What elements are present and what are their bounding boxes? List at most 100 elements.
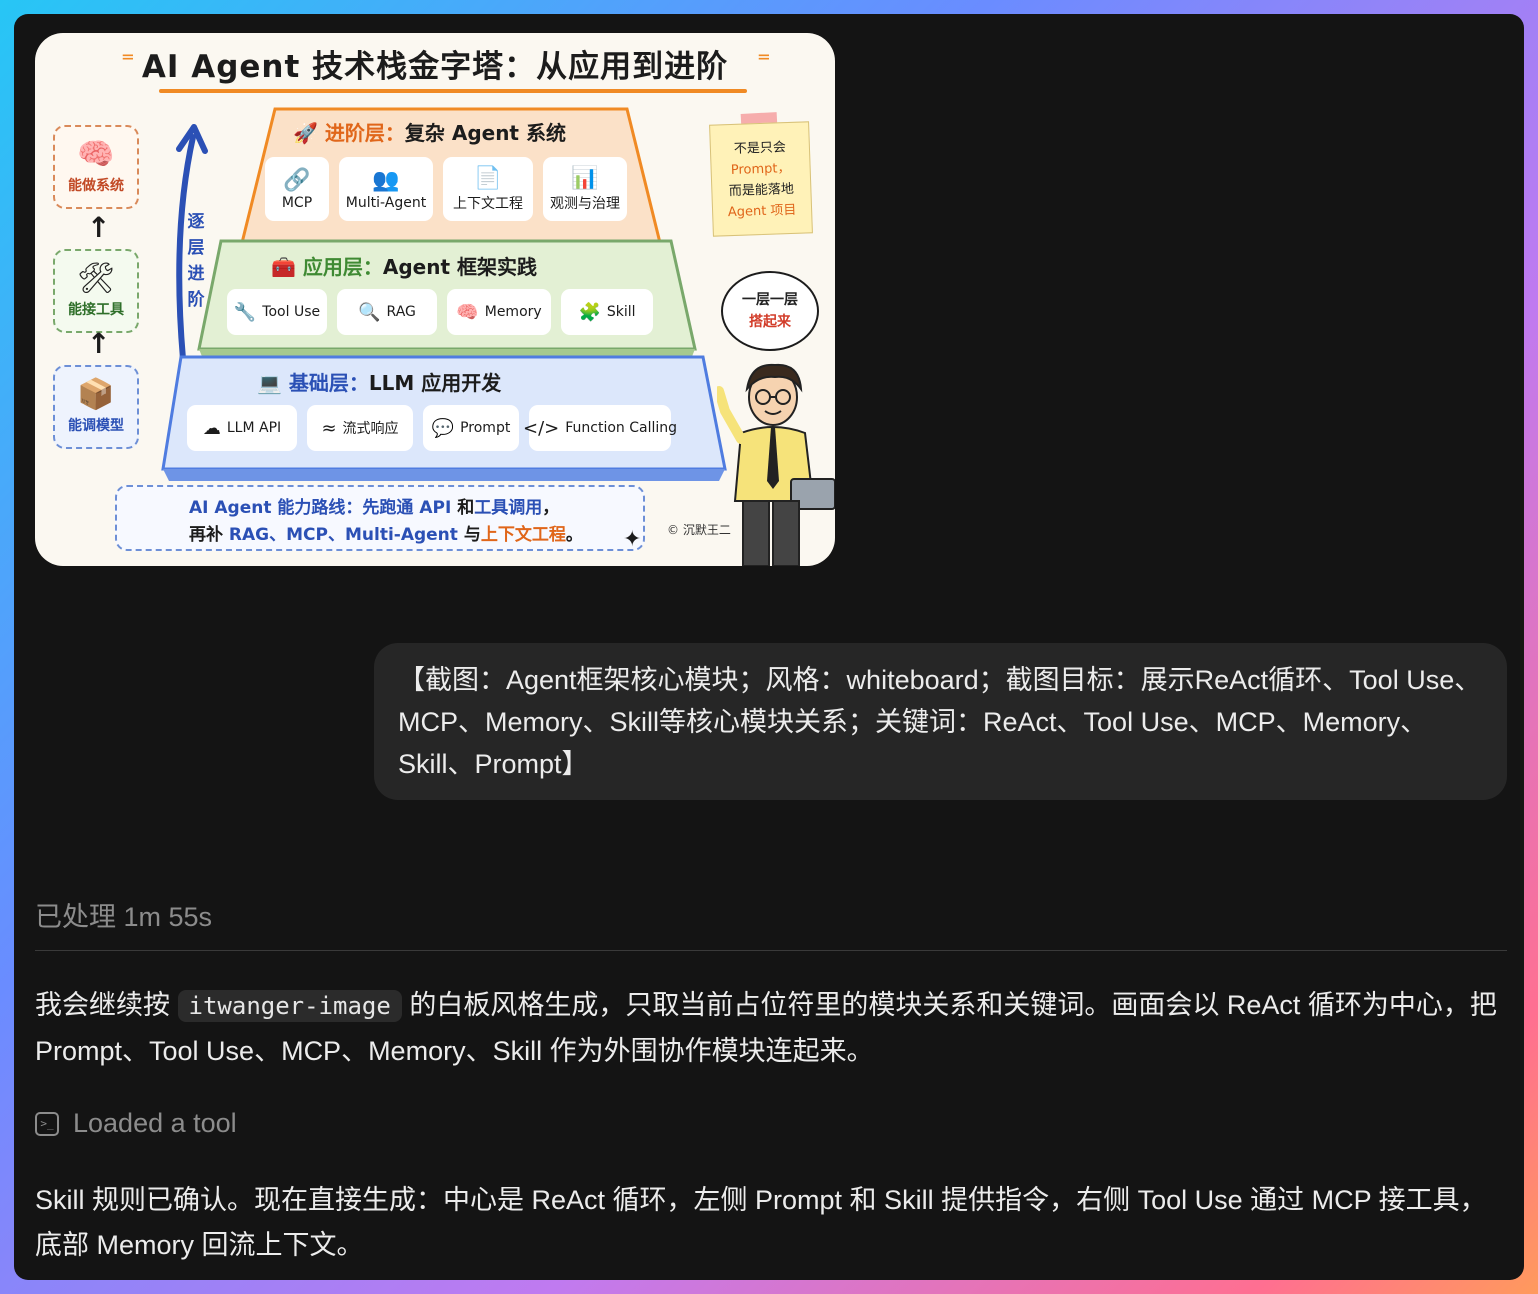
note-line: 而是能落地: [728, 181, 795, 200]
note-line: Prompt，: [730, 160, 791, 179]
tool-status-label: Loaded a tool: [73, 1108, 237, 1138]
advanced-chips: 🔗 MCP 👥 Multi-Agent 📄 上下文工程 📊 观测与治理: [265, 157, 627, 221]
route-text: API: [419, 498, 452, 518]
user-message-text: 【截图：Agent框架核心模块；风格：whiteboard；截图目标：展示ReA…: [398, 665, 1482, 779]
side-box-system: 🧠 能做系统: [53, 125, 139, 209]
chip-label: 观测与治理: [550, 195, 620, 212]
title-underline: [159, 89, 747, 93]
side-box-model: 📦 能调模型: [53, 365, 139, 449]
note-line: 不是只会: [733, 140, 787, 157]
attached-image[interactable]: ⁼ ⁼ AI Agent 技术栈金字塔：从应用到进阶 🧠 能做系统 ↑ 🛠 能接…: [35, 33, 835, 566]
chip-label: LLM API: [226, 420, 282, 436]
route-text: 再补: [189, 525, 229, 545]
route-text: AI Agent 能力路线：先跑通: [189, 498, 420, 518]
chip-label: Function Calling: [565, 420, 678, 436]
chip-label: Multi-Agent: [345, 194, 427, 211]
route-line-1: AI Agent 能力路线：先跑通 API 和工具调用，: [189, 495, 631, 522]
divider: [35, 950, 1507, 951]
application-tier-title: 🧰 应用层：Agent 框架实践: [271, 251, 537, 280]
assistant-reply-2: Skill 规则已确认。现在直接生成：中心是 ReAct 循环，左侧 Promp…: [35, 1185, 1487, 1260]
advanced-tier-rest: 复杂 Agent 系统: [404, 121, 566, 145]
chat-bubble-icon: 💬: [431, 417, 455, 439]
brain-icon: 🧠: [456, 301, 479, 323]
side-label-system: 能做系统: [68, 178, 124, 194]
head-gear-icon: 🧠: [77, 137, 115, 172]
route-text: 与: [457, 525, 481, 545]
sticky-note: 不是只会 Prompt， 而是能落地 Agent 项目: [709, 121, 813, 237]
chip-label: RAG: [386, 304, 416, 320]
wave-icon: ≈: [321, 417, 337, 439]
people-icon: 👥: [372, 167, 400, 193]
route-text: RAG、MCP、Multi-Agent: [228, 525, 458, 545]
route-line-2: 再补 RAG、MCP、Multi-Agent 与上下文工程。: [189, 522, 631, 549]
chip-llm-api: ☁ LLM API: [187, 405, 297, 451]
route-text: 。: [565, 525, 583, 545]
chip-context-engineering: 📄 上下文工程: [443, 157, 533, 221]
chip-label: Memory: [484, 304, 542, 320]
cartoon-presenter: [717, 363, 835, 566]
foundation-chips: ☁ LLM API ≈ 流式响应 💬 Prompt </> Function Calli…: [187, 405, 677, 451]
chip-label: Skill: [606, 304, 636, 320]
route-box: AI Agent 能力路线：先跑通 API 和工具调用， 再补 RAG、MCP、…: [115, 485, 645, 551]
code-icon: </>: [523, 417, 560, 439]
document-icon: 📄: [474, 165, 502, 191]
rocket-icon: 🚀: [293, 121, 318, 145]
side-label-tools: 能接工具: [68, 302, 124, 318]
dashboard-icon: 📊: [571, 165, 599, 191]
user-message-bubble: 【截图：Agent框架核心模块；风格：whiteboard；截图目标：展示ReA…: [374, 643, 1507, 800]
puzzle-icon: 🧩: [578, 301, 601, 323]
chip-multi-agent: 👥 Multi-Agent: [339, 157, 433, 221]
assistant-reply-1: 我会继续按 itwanger-image 的白板风格生成，只取当前占位符里的模块…: [35, 983, 1505, 1074]
foundation-tier-prefix: 基础层：: [288, 371, 369, 395]
route-text: ，: [542, 498, 560, 518]
route-text: 和: [451, 498, 475, 518]
image-title: AI Agent 技术栈金字塔：从应用到进阶: [141, 49, 729, 85]
cloud-api-icon: ☁: [202, 417, 221, 439]
chip-label: Tool Use: [262, 304, 321, 320]
chip-rag: 🔍 RAG: [337, 289, 437, 335]
bubble-line: 一层一层: [742, 292, 798, 308]
speech-bubble: 一层一层 搭起来: [721, 271, 819, 351]
application-chips: 🔧 Tool Use 🔍 RAG 🧠 Memory 🧩 Skill: [227, 289, 653, 335]
advanced-tier-title: 🚀 进阶层：复杂 Agent 系统: [293, 117, 566, 146]
chip-observability: 📊 观测与治理: [543, 157, 627, 221]
foundation-tier-title: 💻 基础层：LLM 应用开发: [257, 367, 501, 396]
chip-label: 上下文工程: [453, 195, 523, 212]
laptop-code-icon: 💻: [257, 371, 282, 395]
chip-streaming: ≈ 流式响应: [307, 405, 413, 451]
sparkle-icon: ✦: [623, 527, 642, 552]
chip-skill: 🧩 Skill: [561, 289, 653, 335]
note-line: Agent 项目: [727, 202, 797, 221]
inline-code: itwanger-image: [177, 990, 402, 1022]
magnifier-icon: 🔍: [358, 301, 381, 323]
side-box-tools: 🛠 能接工具: [53, 249, 139, 333]
wrench-icon: 🔧: [233, 301, 257, 323]
toolbox-icon: 🧰: [271, 255, 296, 279]
link-icon: 🔗: [283, 167, 311, 193]
route-text: 工具调用: [474, 498, 543, 518]
tool-status-row[interactable]: >_ Loaded a tool: [35, 1108, 237, 1139]
application-tier-prefix: 应用层：: [302, 255, 383, 279]
chip-label: 流式响应: [342, 421, 399, 437]
chip-tool-use: 🔧 Tool Use: [227, 289, 327, 335]
up-arrow-icon: ↑: [87, 211, 111, 244]
foundation-tier-rest: LLM 应用开发: [368, 371, 502, 395]
side-label-model: 能调模型: [68, 418, 124, 434]
chip-prompt: 💬 Prompt: [423, 405, 519, 451]
chip-mcp: 🔗 MCP: [265, 157, 329, 221]
route-text: 上下文工程: [480, 525, 566, 545]
copyright: © 沉默王二: [667, 523, 731, 537]
terminal-icon: >_: [35, 1111, 59, 1136]
tools-icon: 🛠: [76, 261, 116, 296]
chip-function-calling: </> Function Calling: [523, 405, 677, 451]
up-arrow-icon: ↑: [87, 327, 111, 360]
cube-icon: 📦: [77, 377, 115, 412]
chip-label: MCP: [281, 194, 313, 211]
chip-memory: 🧠 Memory: [447, 289, 551, 335]
chat-window: ⁼ ⁼ AI Agent 技术栈金字塔：从应用到进阶 🧠 能做系统 ↑ 🛠 能接…: [14, 14, 1524, 1280]
processed-status[interactable]: 已处理 1m 55s: [35, 895, 212, 934]
bubble-line: 搭起来: [749, 314, 791, 330]
chip-label: Prompt: [460, 420, 511, 436]
application-tier-rest: Agent 框架实践: [382, 255, 537, 279]
reply-text: 我会继续按: [35, 990, 178, 1020]
